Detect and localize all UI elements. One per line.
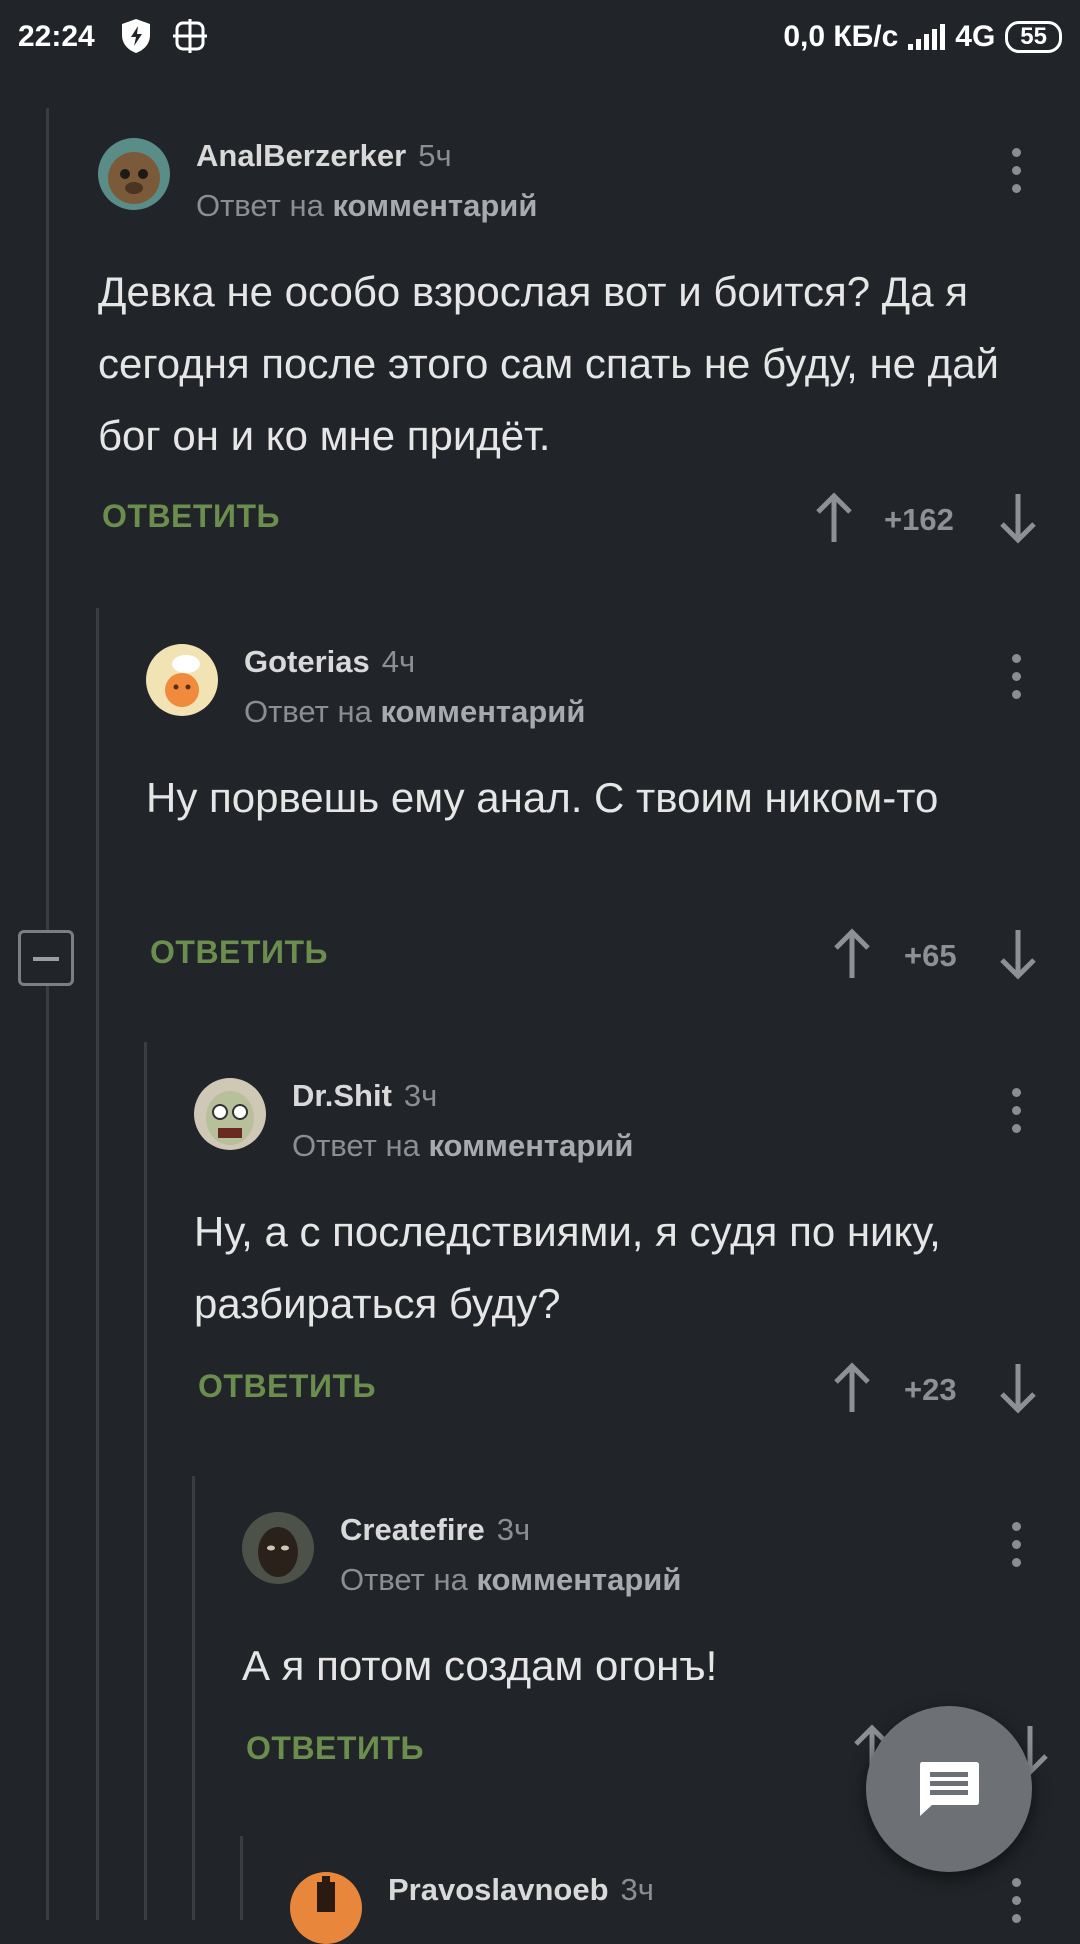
username-text: Createfire [340,1512,485,1547]
comment-time: 3ч [496,1512,531,1547]
avatar[interactable] [290,1872,362,1944]
comment-time: 5ч [418,138,452,173]
more-icon[interactable] [1010,1878,1022,1926]
more-icon[interactable] [1010,1522,1022,1570]
reply-to[interactable]: Ответ на комментарий [244,694,585,730]
arrow-down-icon[interactable] [998,492,1038,544]
comment-body: Ну, а с последствиями, я судя по нику, р… [194,1208,941,1327]
comment-body: Девка не особо взрослая вот и боится? Да… [98,268,1000,459]
reply-button[interactable]: ОТВЕТИТЬ [246,1730,424,1767]
shield-icon [122,19,150,53]
arrow-up-icon[interactable] [832,928,872,980]
minus-icon [33,957,59,961]
status-right: 0,0 КБ/с 4G 55 [783,20,1062,54]
comment-rating: +162 [884,502,954,537]
status-time: 22:24 [18,20,95,53]
comment-body: Ну порвешь ему анал. С твоим ником-то [146,774,939,821]
arrow-up-icon[interactable] [832,1362,872,1414]
reply-to-prefix: Ответ на [244,694,372,729]
username-text: Pravoslavnoeb [388,1872,609,1907]
arrow-down-icon[interactable] [998,928,1038,980]
username-text: Dr.Shit [292,1078,392,1113]
reply-to-prefix: Ответ на [292,1128,420,1163]
more-icon[interactable] [1010,654,1022,702]
thread-line-level-1 [46,108,49,930]
write-comment-fab[interactable] [866,1706,1032,1872]
arrow-up-icon[interactable] [814,492,854,544]
reply-button[interactable]: ОТВЕТИТЬ [150,934,328,971]
network-speed: 0,0 КБ/с [783,20,899,53]
reply-to-target[interactable]: комментарий [380,694,585,729]
reply-to-prefix: Ответ на [196,188,324,223]
thread-line-level-5 [240,1836,243,1920]
reply-to-prefix: Ответ на [340,1562,468,1597]
reply-to-target[interactable]: комментарий [428,1128,633,1163]
comment-body: А я потом создам огонъ! [242,1642,718,1689]
comment-time: 3ч [620,1872,654,1907]
more-icon[interactable] [1010,148,1022,196]
reply-to[interactable]: Ответ на комментарий [292,1128,633,1164]
avatar[interactable] [146,644,218,716]
thread-line-level-4 [192,1476,195,1920]
username[interactable]: Goterias 4ч [244,644,415,680]
signal-icon [908,24,946,50]
reply-button[interactable]: ОТВЕТИТЬ [102,498,280,535]
username-text: Goterias [244,644,370,679]
avatar[interactable] [242,1512,314,1584]
reply-to-target[interactable]: комментарий [332,188,537,223]
comment-rating: +65 [904,938,957,973]
battery-icon: 55 [1005,21,1062,53]
vpn-grid-icon [173,19,207,53]
username[interactable]: Dr.Shit 3ч [292,1078,437,1114]
status-bar: 22:24 0,0 КБ/с 4G 55 [0,0,1080,80]
comment-time: 4ч [381,644,416,679]
avatar[interactable] [194,1078,266,1150]
username[interactable]: Pravoslavnoeb 3ч [388,1872,654,1908]
thread-line-level-2 [96,608,99,1920]
reply-to-target[interactable]: комментарий [476,1562,681,1597]
arrow-down-icon[interactable] [998,1362,1038,1414]
avatar[interactable] [98,138,170,210]
thread-line-level-1 [46,986,49,1920]
username[interactable]: Createfire 3ч [340,1512,530,1548]
comment-time: 3ч [403,1078,438,1113]
comment-rating: +23 [904,1372,957,1407]
reply-to[interactable]: Ответ на комментарий [340,1562,681,1598]
reply-button[interactable]: ОТВЕТИТЬ [198,1368,376,1405]
network-type: 4G [955,20,996,53]
username[interactable]: AnalBerzerker 5ч [196,138,452,174]
reply-to[interactable]: Ответ на комментарий [196,188,537,224]
thread-line-level-3 [144,1042,147,1920]
username-text: AnalBerzerker [196,138,407,173]
more-icon[interactable] [1010,1088,1022,1136]
comment-icon [920,1762,979,1816]
collapse-thread-button[interactable] [18,930,74,986]
